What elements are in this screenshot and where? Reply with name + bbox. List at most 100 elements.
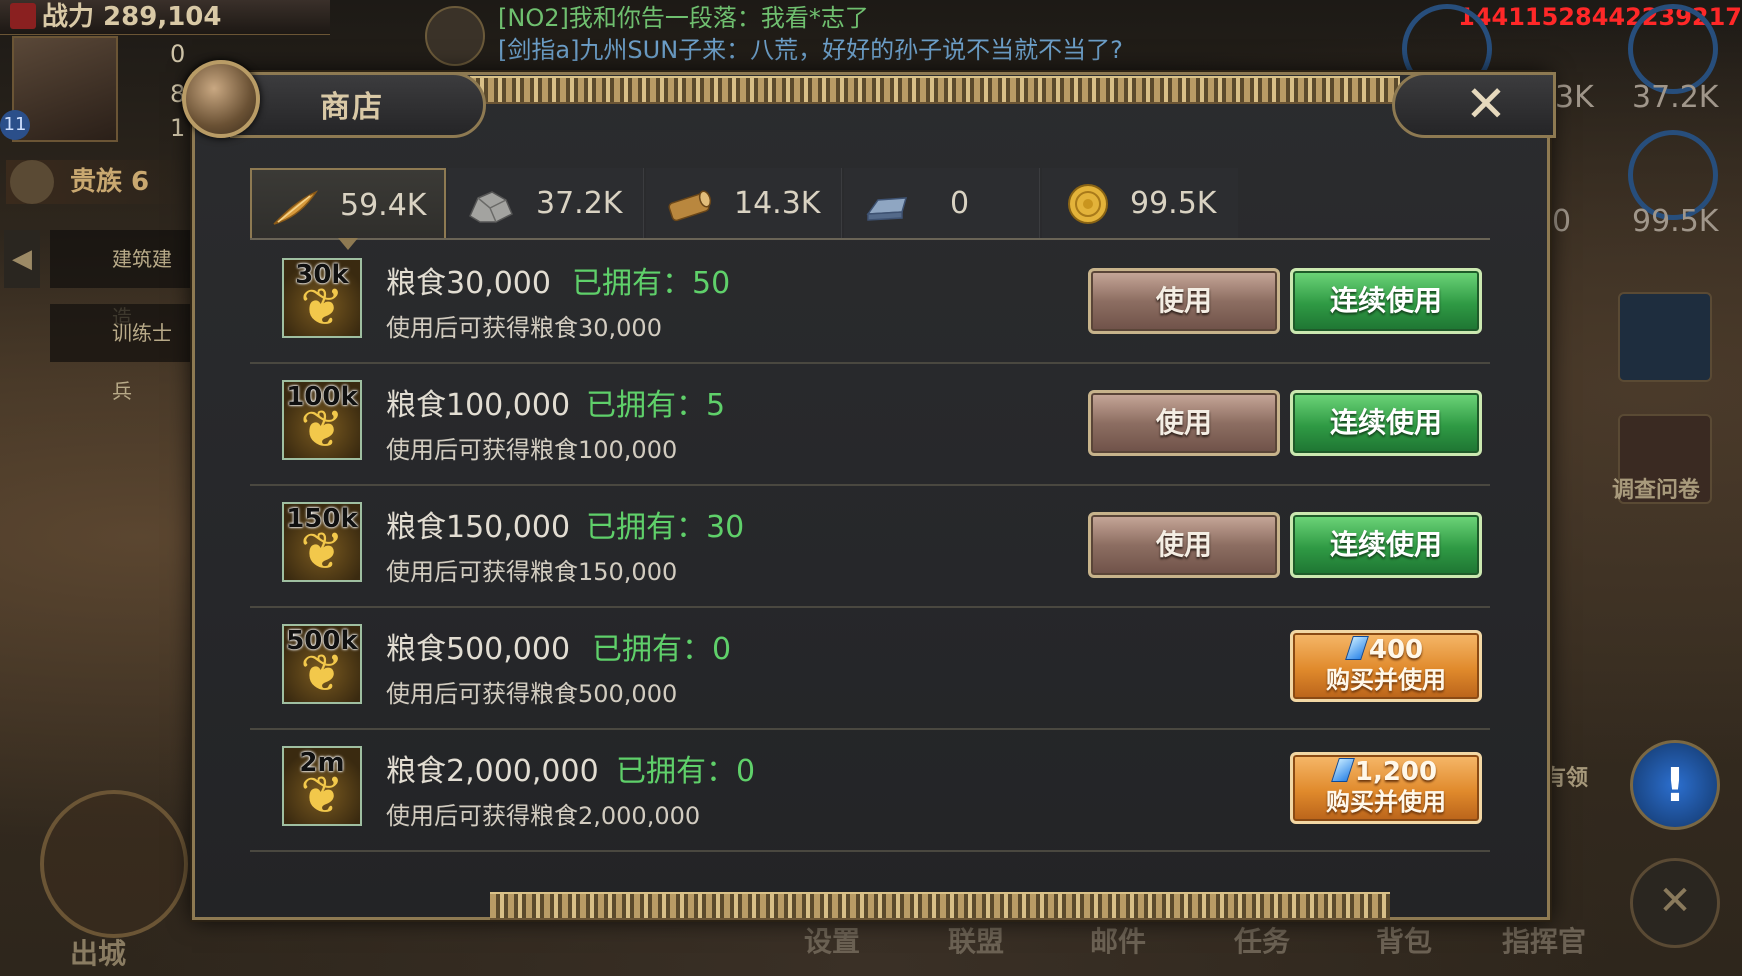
bottom-ornament-band: [490, 892, 1390, 920]
nav-commander[interactable]: 指挥官: [1502, 920, 1586, 960]
item-name: 粮食30,000: [386, 266, 551, 301]
alert-icon[interactable]: !: [1630, 740, 1720, 830]
wood-value: 14.3K: [734, 186, 821, 221]
amount-badge: 150k: [286, 504, 358, 534]
item-desc: 使用后可获得粮食500,000: [386, 680, 678, 708]
power-bar: 战力 289,104: [0, 0, 330, 35]
amount-badge: 30k: [295, 260, 349, 290]
shop-item-row: ❦ 100k 粮食100,000 已拥有：5 使用后可获得粮食100,000 使用…: [250, 362, 1490, 486]
nav-mail[interactable]: 邮件: [1090, 920, 1146, 960]
side-stat-3: 1: [170, 114, 186, 142]
claim-label: 有领: [1544, 766, 1589, 791]
item-desc: 使用后可获得粮食2,000,000: [386, 802, 701, 830]
shop-item-row: ❦ 30k 粮食30,000 已拥有：50 使用后可获得粮食30,000 使用 连…: [250, 240, 1490, 364]
collapse-arrow-icon[interactable]: ◀: [4, 230, 40, 288]
survey-label: 调查问卷: [1612, 478, 1701, 503]
power-value: 战力 289,104: [42, 2, 222, 32]
power-icon: [10, 3, 36, 29]
amount-badge: 500k: [286, 626, 358, 656]
buy-use-label: 购买并使用: [1326, 788, 1446, 816]
commander-level: 11: [0, 110, 30, 140]
shop-title: 商店: [320, 90, 384, 125]
price: 400: [1293, 635, 1479, 665]
stone-value: 37.2K: [536, 186, 623, 221]
owned-count: 30: [706, 510, 745, 545]
owned-label: 已拥有：: [586, 388, 706, 423]
chat-line-1: [NO2]我和你告一段落：我看*志了: [498, 4, 869, 32]
buy-and-use-button[interactable]: 400 购买并使用: [1290, 630, 1482, 702]
side-stat-1: 0: [170, 40, 186, 68]
tab-iron[interactable]: 0: [844, 168, 1040, 240]
item-owned: 已拥有：50: [572, 258, 730, 302]
tab-food[interactable]: 59.4K: [250, 168, 446, 240]
use-button[interactable]: 使用: [1088, 390, 1280, 456]
iron-value: 0: [950, 186, 970, 221]
tab-wood[interactable]: 14.3K: [646, 168, 842, 240]
iron-ingot-icon: [866, 197, 908, 221]
nav-backpack[interactable]: 背包: [1376, 920, 1432, 960]
buy-use-label: 购买并使用: [1326, 666, 1446, 694]
price: 1,200: [1293, 757, 1479, 787]
shop-item-row: ❦ 500k 粮食500,000 已拥有：0 使用后可获得粮食500,000 40…: [250, 606, 1490, 730]
item-name: 粮食100,000: [386, 388, 571, 423]
top-ornament-band: [470, 76, 1400, 104]
tab-stone[interactable]: 37.2K: [448, 168, 644, 240]
tab-gold[interactable]: 99.5K: [1042, 168, 1238, 240]
shop-item-row: ❦ 2m 粮食2,000,000 已拥有：0 使用后可获得粮食2,000,000 …: [250, 728, 1490, 852]
feather-wheat-icon: [273, 190, 319, 225]
right-res-2: 37.2K: [1632, 80, 1719, 115]
owned-count: 50: [692, 266, 731, 301]
item-name: 粮食2,000,000: [386, 754, 599, 789]
chat-line-2: [剑指a]九州SUN子来：八荒，好好的孙子说不当就不当了?: [498, 36, 1123, 64]
queue-train[interactable]: 训练士兵: [50, 304, 190, 403]
gold-value: 99.5K: [1130, 186, 1217, 221]
nav-alliance[interactable]: 联盟: [948, 920, 1004, 960]
chat-emblem-icon[interactable]: [425, 6, 485, 66]
close-icon[interactable]: ✕: [1458, 76, 1514, 132]
stone-icon: [469, 191, 513, 223]
use-button[interactable]: 使用: [1088, 512, 1280, 578]
item-owned: 已拥有：0: [592, 624, 731, 668]
wheat-item-icon: ❦ 30k: [282, 258, 362, 338]
continuous-use-button[interactable]: 连续使用: [1290, 512, 1482, 578]
item-owned: 已拥有：30: [586, 502, 744, 546]
item-desc: 使用后可获得粮食30,000: [386, 314, 662, 342]
shop-emblem-icon: [182, 60, 260, 138]
item-owned: 已拥有：0: [616, 746, 755, 790]
gem-icon: [1344, 636, 1369, 660]
gem-icon: [1330, 758, 1355, 782]
right-res-1: 3K: [1555, 80, 1594, 115]
wheat-item-icon: ❦ 2m: [282, 746, 362, 826]
nav-tasks[interactable]: 任务: [1234, 920, 1290, 960]
wheat-item-icon: ❦ 150k: [282, 502, 362, 582]
owned-count: 0: [712, 632, 732, 667]
wood-log-icon: [668, 190, 712, 222]
nav-settings[interactable]: 设置: [804, 920, 860, 960]
city-event-card[interactable]: [1618, 292, 1712, 382]
power-display: 战力 289,104: [10, 0, 221, 34]
noble-crest-icon: [10, 160, 54, 204]
item-desc: 使用后可获得粮食150,000: [386, 558, 678, 586]
continuous-use-button[interactable]: 连续使用: [1290, 268, 1482, 334]
owned-label: 已拥有：: [592, 632, 712, 667]
owned-count: 0: [736, 754, 756, 789]
item-owned: 已拥有：5: [586, 380, 725, 424]
noble-rank[interactable]: 贵族 6: [6, 160, 186, 204]
queue-build[interactable]: 建筑建造: [50, 230, 190, 329]
wheat-item-icon: ❦ 100k: [282, 380, 362, 460]
chat-ticker[interactable]: [NO2]我和你告一段落：我看*志了 [剑指a]九州SUN子来：八荒，好好的孙子…: [498, 2, 1123, 66]
amount-badge: 100k: [286, 382, 358, 412]
item-name: 粮食150,000: [386, 510, 571, 545]
right-res-3: 0: [1552, 204, 1572, 239]
noble-label: 贵族 6: [70, 167, 150, 197]
buy-and-use-button[interactable]: 1,200 购买并使用: [1290, 752, 1482, 824]
battle-cross-icon[interactable]: ✕: [1630, 858, 1720, 948]
use-button[interactable]: 使用: [1088, 268, 1280, 334]
item-name: 粮食500,000: [386, 632, 571, 667]
right-res-4: 99.5K: [1632, 204, 1719, 239]
owned-label: 已拥有：: [572, 266, 692, 301]
owned-label: 已拥有：: [616, 754, 736, 789]
out-city-button[interactable]: [40, 790, 188, 938]
continuous-use-button[interactable]: 连续使用: [1290, 390, 1482, 456]
gold-coin-icon: [1068, 184, 1108, 224]
